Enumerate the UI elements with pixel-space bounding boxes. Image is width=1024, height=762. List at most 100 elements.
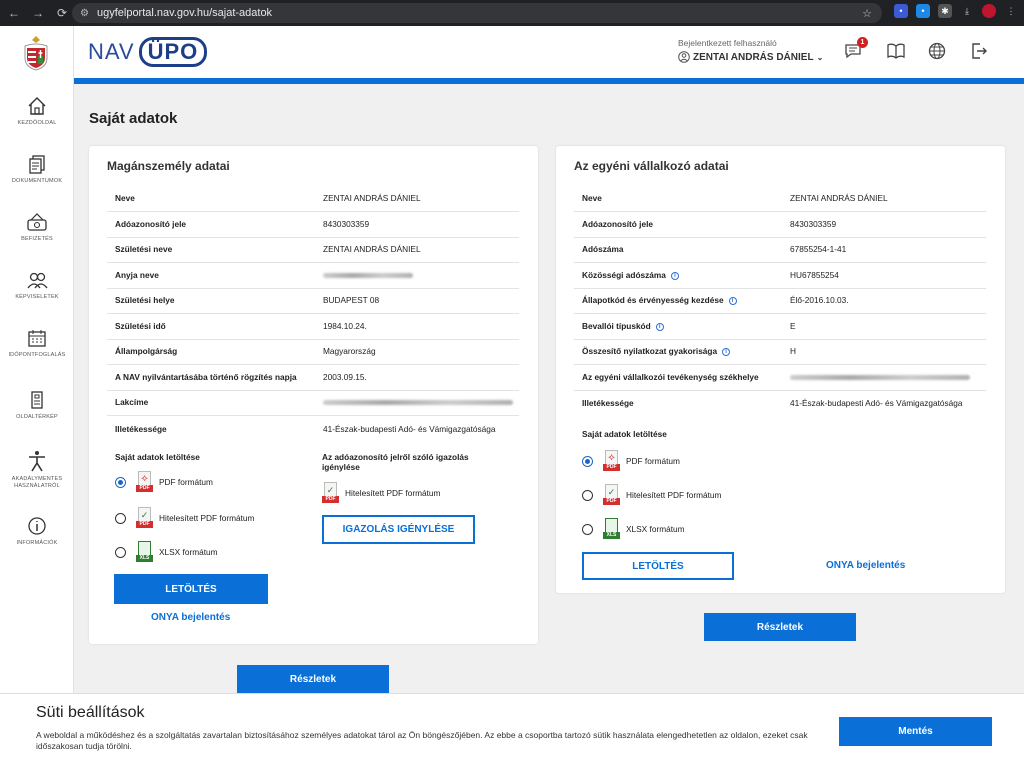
format-option-xlsx[interactable]: XLS XLSX formátum — [115, 541, 218, 563]
address-bar[interactable]: ⚙ ugyfelportal.nav.gov.hu/sajat-adatok ☆ — [72, 3, 882, 23]
radio-unselected[interactable] — [582, 489, 593, 501]
row-key: Illetékessége — [115, 423, 167, 434]
calendar-icon — [28, 330, 46, 347]
download-section-title: Saját adatok letöltése — [115, 452, 200, 462]
menu-icon[interactable]: ⋮ — [1004, 4, 1018, 18]
pdf-file-icon: ⟡ PDF — [603, 450, 620, 472]
language-button[interactable] — [928, 42, 948, 62]
sidebar-item-home[interactable]: KEZDŐOLDAL — [0, 96, 74, 127]
row-value: 1984.10.24. — [323, 321, 367, 332]
redacted-value — [323, 273, 413, 279]
table-row: Közösségi adószáma i HU67855254 — [574, 263, 986, 289]
sidebar-item-label: DOKUMENTUMOK — [11, 178, 63, 184]
page-title: Saját adatok — [89, 110, 178, 127]
user-label: Bejelentkezett felhasználó — [678, 38, 777, 48]
row-key: Lakcíme — [115, 397, 149, 408]
format-label: PDF formátum — [626, 456, 680, 466]
back-icon[interactable]: ← — [4, 6, 24, 20]
row-key: Illetékessége — [582, 397, 634, 408]
bookmark-star-icon[interactable]: ☆ — [862, 7, 872, 20]
row-key: Állapotkód és érvényesség kezdése — [582, 295, 724, 306]
extension-icon[interactable]: • — [916, 4, 930, 18]
reload-icon[interactable]: ⟳ — [52, 6, 72, 20]
top-header: NAV ÜPO Bejelentkezett felhasználó ZENTA… — [74, 26, 1024, 78]
cookie-text: A weboldal a működéshez és a szolgáltatá… — [36, 730, 808, 751]
table-row: Az egyéni vállalkozói tevékenység székhe… — [574, 365, 986, 391]
format-option-pdf[interactable]: ⟡ PDF PDF formátum — [115, 471, 213, 493]
table-row: Adószáma 67855254-1-41 — [574, 237, 986, 263]
row-key: Születési neve — [115, 244, 173, 255]
info-icon[interactable]: i — [670, 272, 679, 281]
row-value: 8430303359 — [323, 219, 370, 230]
row-value: 41-Észak-budapesti Adó- és Vámigazgatósá… — [790, 397, 963, 408]
table-row: Születési idő 1984.10.24. — [107, 314, 519, 340]
sidebar-item-payment[interactable]: BEFIZETÉS — [0, 212, 74, 243]
certificate-format: ✓ PDF Hitelesített PDF formátum — [322, 482, 440, 504]
site-info-icon[interactable]: ⚙ — [80, 8, 89, 19]
forward-icon[interactable]: → — [28, 6, 48, 20]
redacted-value — [323, 400, 513, 406]
accessibility-icon — [29, 451, 45, 472]
onya-link[interactable]: ONYA bejelentés — [826, 560, 905, 571]
table-row: Adóazonosító jele 8430303359 — [574, 212, 986, 238]
download-section-title: Saját adatok letöltése — [582, 429, 667, 439]
details-button-right[interactable]: Részletek — [704, 613, 856, 641]
nav-upo-logo[interactable]: NAV ÜPO — [88, 36, 208, 68]
sidebar-item-accessibility[interactable]: AKADÁLYMENTES HASZNÁLATRÓL — [0, 450, 74, 490]
sidebar-item-sitemap[interactable]: OLDALTÉRKÉP — [0, 390, 74, 421]
row-key: Közösségi adószáma — [582, 270, 666, 281]
table-row: Bevallói típuskód i E — [574, 314, 986, 340]
save-cookie-button[interactable]: Mentés — [839, 717, 992, 746]
row-value: ZENTAI ANDRÁS DÁNIEL — [323, 244, 421, 255]
extension-icon[interactable]: • — [894, 4, 908, 18]
info-icon[interactable]: i — [655, 323, 664, 332]
sidebar-item-documents[interactable]: DOKUMENTUMOK — [0, 154, 74, 185]
table-row: Születési neve ZENTAI ANDRÁS DÁNIEL — [107, 237, 519, 263]
users-icon — [27, 272, 48, 289]
row-value: H — [790, 346, 796, 357]
logout-icon — [972, 43, 987, 59]
row-key: Anyja neve — [115, 270, 159, 281]
row-key: A NAV nyilvántartásába történő rögzítés … — [115, 372, 297, 383]
book-icon — [887, 43, 905, 59]
format-label: Hitelesített PDF formátum — [345, 488, 441, 498]
format-option-signed-pdf[interactable]: ✓ PDF Hitelesített PDF formátum — [115, 507, 254, 529]
radio-selected[interactable] — [582, 455, 593, 467]
radio-unselected[interactable] — [115, 512, 126, 524]
request-certificate-button[interactable]: IGAZOLÁS IGÉNYLÉSE — [322, 515, 475, 544]
manual-button[interactable] — [886, 42, 906, 62]
format-label: PDF formátum — [159, 477, 213, 487]
puzzle-icon[interactable]: ✱ — [938, 4, 952, 18]
row-key: Adószáma — [582, 244, 624, 255]
signed-pdf-file-icon: ✓ PDF — [136, 507, 153, 529]
profile-avatar[interactable] — [982, 4, 996, 18]
row-key: Adóazonosító jele — [115, 219, 186, 230]
details-button-left[interactable]: Részletek — [237, 665, 389, 693]
sidebar-item-info[interactable]: INFORMÁCIÓK — [0, 516, 74, 547]
format-option-xlsx[interactable]: XLS XLSX formátum — [582, 518, 685, 540]
user-menu[interactable]: Bejelentkezett felhasználó ZENTAI ANDRÁS… — [678, 38, 823, 63]
hungarian-crest-logo[interactable] — [21, 34, 51, 72]
radio-unselected[interactable] — [582, 523, 593, 535]
row-key: Állampolgárság — [115, 346, 178, 357]
format-option-pdf[interactable]: ⟡ PDF PDF formátum — [582, 450, 680, 472]
row-value: 41-Észak-budapesti Adó- és Vámigazgatósá… — [323, 423, 496, 434]
radio-selected[interactable] — [115, 476, 126, 488]
logout-button[interactable] — [970, 42, 990, 62]
url-text: ugyfelportal.nav.gov.hu/sajat-adatok — [96, 7, 273, 19]
certificate-section-title: Az adóazonosító jelről szóló igazolás ig… — [322, 452, 469, 472]
table-row: Lakcíme — [107, 390, 519, 416]
download-button[interactable]: LETÖLTÉS — [582, 552, 734, 580]
info-icon[interactable]: i — [722, 348, 731, 357]
private-person-card: Magánszemély adatai Neve ZENTAI ANDRÁS DÁ… — [89, 146, 538, 644]
radio-unselected[interactable] — [115, 546, 126, 558]
card-title: Az egyéni vállalkozó adatai — [574, 159, 729, 173]
format-option-signed-pdf[interactable]: ✓ PDF Hitelesített PDF formátum — [582, 484, 721, 506]
download-button[interactable]: LETÖLTÉS — [114, 574, 268, 604]
sidebar-item-appointment[interactable]: IDŐPONTFOGLALÁS — [0, 328, 74, 359]
info-icon[interactable]: i — [728, 297, 737, 306]
onya-link[interactable]: ONYA bejelentés — [151, 612, 230, 623]
download-icon[interactable]: ⤓ — [960, 4, 974, 18]
messages-button[interactable]: 1 — [844, 37, 868, 62]
sidebar-item-representations[interactable]: KÉPVISELETEK — [0, 270, 74, 301]
